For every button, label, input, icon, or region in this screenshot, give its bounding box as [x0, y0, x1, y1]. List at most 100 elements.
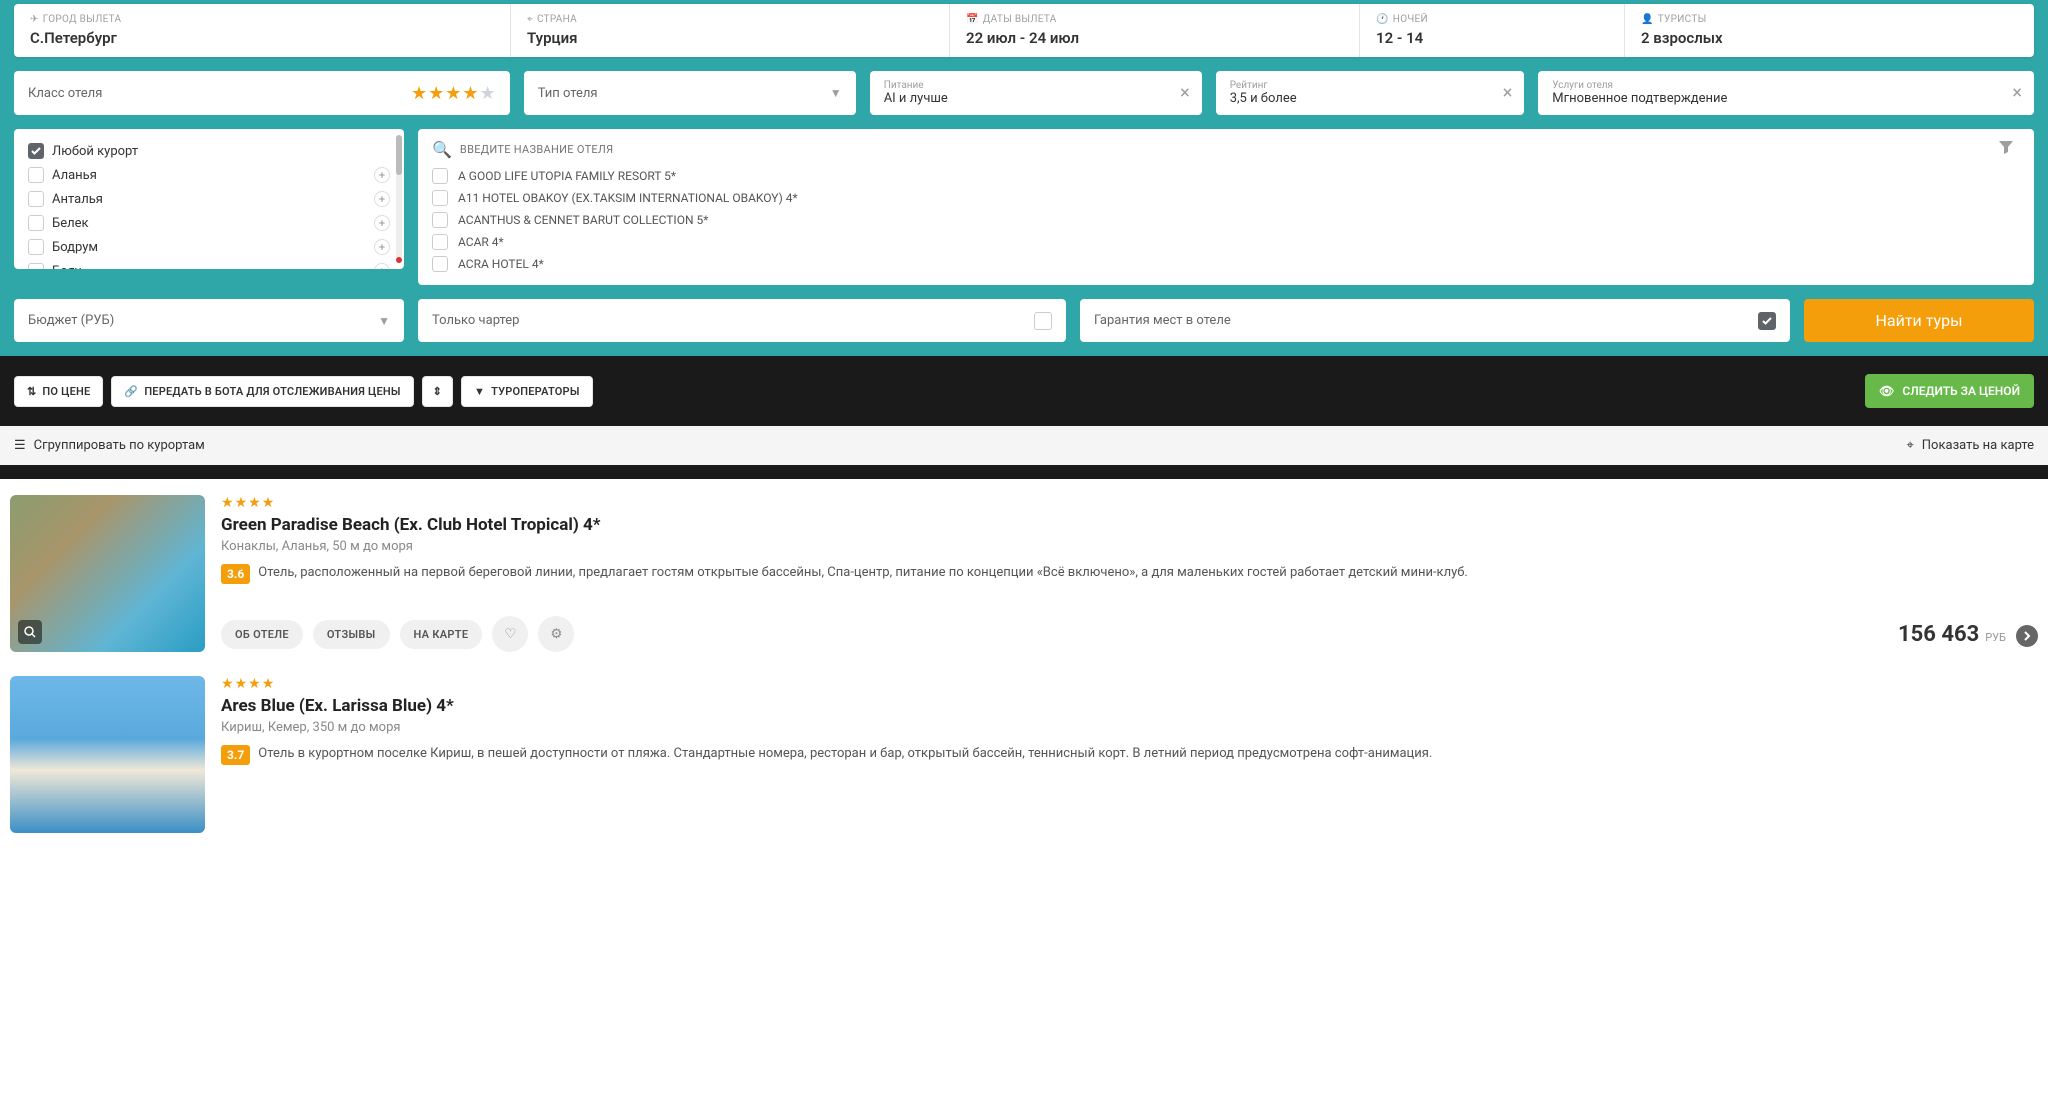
bot-button[interactable]: 🔗 Передать в бота для отслеживания цены — [111, 376, 413, 407]
guarantee-toggle[interactable]: Гарантия мест в отеле — [1080, 299, 1790, 342]
nights-cell[interactable]: 🕐 Ночей 12 - 14 — [1360, 4, 1625, 57]
price-arrow-button[interactable] — [2016, 625, 2038, 647]
funnel-icon[interactable] — [1992, 139, 2020, 159]
dates-cell[interactable]: 📅 Даты вылета 22 июл - 24 июл — [950, 4, 1360, 57]
resort-name: Анталья — [52, 192, 103, 207]
country-cell[interactable]: ⌖ Страна Турция — [511, 4, 950, 57]
hotel-checkbox[interactable] — [432, 212, 448, 228]
tourists-cell[interactable]: 👤 Туристы 2 взрослых — [1625, 4, 2034, 57]
budget-filter[interactable]: Бюджет (РУБ) ▼ — [14, 299, 404, 342]
expand-button[interactable]: ⇕ — [422, 376, 453, 407]
chevron-down-icon: ▼ — [378, 314, 390, 328]
on-map-button[interactable]: На карте — [400, 620, 483, 649]
star-icon: ★ — [248, 676, 261, 692]
hotel-title[interactable]: Green Paradise Beach (Ex. Club Hotel Tro… — [221, 515, 2038, 535]
track-price-button[interactable]: 👁 Следить за ценой — [1865, 374, 2034, 408]
clear-icon[interactable]: × — [1180, 83, 1190, 104]
star-icon: ★ — [235, 676, 248, 692]
reviews-button[interactable]: Отзывы — [313, 620, 390, 649]
funnel-icon: ▼ — [474, 385, 485, 398]
resort-checkbox[interactable] — [28, 167, 44, 183]
star-icon: ★ — [235, 495, 248, 511]
sort-icon: ⇅ — [27, 385, 36, 398]
resort-expand-button[interactable]: + — [374, 215, 390, 231]
charter-toggle[interactable]: Только чартер — [418, 299, 1066, 342]
departure-city-cell[interactable]: ✈ Город вылета С.Петербург — [14, 4, 511, 57]
hotel-search-panel: 🔍 A GOOD LIFE UTOPIA FAMILY RESORT 5* A11… — [418, 129, 2034, 285]
guarantee-checkbox[interactable] — [1758, 312, 1776, 330]
hotel-suggestion[interactable]: ACRA HOTEL 4* — [458, 257, 544, 271]
resort-list[interactable]: Любой курорт Аланья+Анталья+Белек+Бодрум… — [14, 129, 404, 269]
resort-expand-button[interactable]: + — [374, 239, 390, 255]
resort-expand-button[interactable]: + — [374, 263, 390, 269]
find-tours-button[interactable]: Найти туры — [1804, 299, 2034, 342]
hotel-card: ★★★★Green Paradise Beach (Ex. Club Hotel… — [10, 495, 2038, 652]
clear-icon[interactable]: × — [2012, 83, 2022, 104]
hotel-image[interactable] — [10, 676, 205, 833]
hotel-image[interactable] — [10, 495, 205, 652]
magnify-button[interactable] — [18, 620, 42, 644]
operators-button[interactable]: ▼ Туроператоры — [461, 376, 593, 407]
pin-icon: ⌖ — [527, 14, 533, 25]
price: 156 463руб — [1898, 622, 2038, 647]
chevron-down-icon: ▼ — [830, 86, 842, 100]
resort-expand-button[interactable]: + — [374, 167, 390, 183]
hotel-description: Отель, расположенный на первой береговой… — [258, 564, 1468, 582]
hotel-title[interactable]: Ares Blue (Ex. Larissa Blue) 4* — [221, 696, 2038, 716]
hotel-checkbox[interactable] — [432, 234, 448, 250]
hotel-class-filter[interactable]: Класс отеля ★ ★ ★ ★ ★ — [14, 71, 510, 115]
clock-icon: 🕐 — [1376, 14, 1389, 25]
resort-name: Белек — [52, 216, 89, 231]
clear-icon[interactable]: × — [1503, 83, 1513, 104]
group-bar: ☰ Сгруппировать по курортам ⌖ Показать н… — [0, 426, 2048, 465]
star-icon: ★ — [221, 676, 234, 692]
resort-expand-button[interactable]: + — [374, 191, 390, 207]
sort-price-button[interactable]: ⇅ По цене — [14, 376, 103, 407]
hotel-checkbox[interactable] — [432, 168, 448, 184]
eye-icon: 👁 — [1879, 384, 1894, 398]
hotel-suggestion[interactable]: ACANTHUS & CENNET BARUT COLLECTION 5* — [458, 213, 708, 227]
charter-checkbox[interactable] — [1034, 312, 1052, 330]
show-on-map-button[interactable]: ⌖ Показать на карте — [1906, 438, 2034, 453]
hotel-suggestion[interactable]: A11 HOTEL OBAKOY (EX.TAKSIM INTERNATIONA… — [458, 191, 798, 205]
hotel-suggestion[interactable]: ACAR 4* — [458, 235, 504, 249]
resort-name: Аланья — [52, 168, 97, 183]
hotel-search-input[interactable] — [460, 143, 1984, 156]
favorite-button[interactable]: ♡ — [492, 616, 528, 652]
about-hotel-button[interactable]: Об отеле — [221, 620, 303, 649]
hotel-location: Кириш, Кемер, 350 м до моря — [221, 720, 2038, 735]
resort-checkbox[interactable] — [28, 263, 44, 269]
meal-filter[interactable]: Питание AI и лучше × — [870, 71, 1202, 115]
star-icon[interactable]: ★ — [480, 83, 496, 104]
plane-icon: ✈ — [30, 14, 39, 25]
hotel-checkbox[interactable] — [432, 256, 448, 272]
star-icon[interactable]: ★ — [462, 83, 478, 104]
resort-checkbox[interactable] — [28, 215, 44, 231]
search-icon: 🔍 — [432, 140, 452, 159]
calendar-icon: 📅 — [966, 14, 979, 25]
settings-button[interactable]: ⚙ — [538, 616, 574, 652]
resort-checkbox[interactable] — [28, 239, 44, 255]
list-icon: ☰ — [14, 438, 26, 453]
star-icon: ★ — [221, 495, 234, 511]
hotel-suggestion[interactable]: A GOOD LIFE UTOPIA FAMILY RESORT 5* — [458, 169, 676, 183]
hotel-stars: ★★★★ — [221, 676, 2038, 692]
hotel-type-filter[interactable]: Тип отеля ▼ — [524, 71, 856, 115]
star-icon[interactable]: ★ — [428, 83, 444, 104]
link-icon: 🔗 — [124, 385, 138, 398]
scrollbar-thumb[interactable] — [396, 135, 402, 175]
hotel-location: Конаклы, Аланья, 50 м до моря — [221, 539, 2038, 554]
services-filter[interactable]: Услуги отеля Мгновенное подтверждение × — [1538, 71, 2034, 115]
resort-checkbox[interactable] — [28, 191, 44, 207]
star-icon[interactable]: ★ — [445, 83, 461, 104]
hotel-checkbox[interactable] — [432, 190, 448, 206]
star-icon: ★ — [262, 676, 275, 692]
resort-name: Болу — [52, 264, 81, 270]
resort-checkbox-any[interactable] — [28, 143, 44, 159]
star-rating-selector[interactable]: ★ ★ ★ ★ ★ — [411, 83, 496, 104]
rating-filter[interactable]: Рейтинг 3,5 и более × — [1216, 71, 1525, 115]
star-icon[interactable]: ★ — [411, 83, 427, 104]
rating-badge: 3.6 — [221, 564, 250, 584]
pin-icon: ⌖ — [1906, 438, 1913, 453]
group-by-resort-button[interactable]: ☰ Сгруппировать по курортам — [14, 438, 205, 453]
